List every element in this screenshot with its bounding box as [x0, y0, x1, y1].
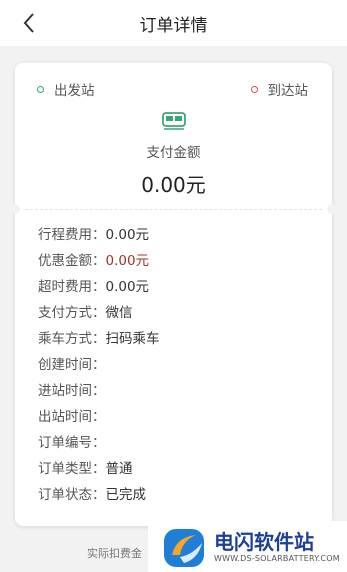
footer-note: 实际扣费金: [87, 547, 142, 560]
row-order-number: 订单编号：: [38, 430, 322, 456]
start-dot-icon: [37, 85, 44, 93]
row-label: 行程费用：: [38, 227, 106, 243]
row-label: 乘车方式：: [38, 331, 106, 347]
row-label: 订单编号：: [38, 435, 106, 451]
row-value: 普通: [105, 461, 133, 477]
payment-label: 支付金额: [146, 145, 201, 161]
end-dot-icon: [250, 85, 258, 93]
row-overtime-fee: 超时费用：0.00元: [38, 274, 322, 300]
ticket-notch-left: [10, 204, 20, 214]
row-value: 0.00元: [105, 279, 150, 295]
order-detail-card: 出发站 到达站 支付金额 0.00元 行程费用：0.00元 优惠金额：0.00元…: [10, 63, 337, 526]
dashed-divider: [25, 209, 322, 210]
row-value: 0.00元: [105, 253, 150, 269]
payment-amount: 0.00元: [141, 173, 206, 197]
row-entry-time: 进站时间：: [38, 378, 322, 404]
row-ride-method: 乘车方式：扫码乘车: [38, 326, 322, 352]
row-value: 扫码乘车: [105, 331, 160, 347]
top-nav-bar: 订单详情: [0, 0, 347, 46]
watermark-subtitle: WWW.DS-SOLARBATTERY.COM: [214, 554, 340, 563]
row-label: 订单类型：: [38, 461, 106, 477]
watermark-title: 电闪软件站: [214, 530, 314, 554]
row-value: 0.00元: [105, 227, 150, 243]
row-value: 已完成: [105, 487, 147, 503]
row-discount: 优惠金额：0.00元: [38, 248, 322, 274]
watermark-text: 电闪软件站 WWW.DS-SOLARBATTERY.COM: [214, 530, 340, 563]
row-trip-fee: 行程费用：0.00元: [38, 222, 322, 248]
row-label: 进站时间：: [38, 383, 106, 399]
station-route: 出发站 到达站: [15, 79, 332, 99]
train-icon: [162, 112, 186, 130]
row-label: 支付方式：: [38, 305, 106, 321]
detail-rows: 行程费用：0.00元 优惠金额：0.00元 超时费用：0.00元 支付方式：微信…: [38, 222, 322, 508]
start-station: 出发站: [37, 79, 95, 99]
end-station: 到达站: [250, 79, 309, 99]
row-label: 出站时间：: [38, 409, 106, 425]
ticket-notch-right: [327, 204, 337, 214]
row-created-time: 创建时间：: [38, 352, 322, 378]
row-exit-time: 出站时间：: [38, 404, 322, 430]
watermark-overlay: 电闪软件站 WWW.DS-SOLARBATTERY.COM: [148, 521, 347, 572]
row-label: 优惠金额：: [38, 253, 106, 269]
end-station-label: 到达站: [267, 83, 309, 99]
start-station-label: 出发站: [54, 83, 95, 99]
row-order-type: 订单类型：普通: [38, 456, 322, 482]
row-label: 订单状态：: [38, 487, 106, 503]
row-label: 超时费用：: [38, 279, 106, 295]
row-payment-method: 支付方式：微信: [38, 300, 322, 326]
row-order-status: 订单状态：已完成: [38, 482, 322, 508]
row-label: 创建时间：: [38, 357, 106, 373]
page-title: 订单详情: [139, 16, 208, 36]
row-value: 微信: [105, 305, 133, 321]
watermark-logo-icon: [164, 528, 204, 567]
